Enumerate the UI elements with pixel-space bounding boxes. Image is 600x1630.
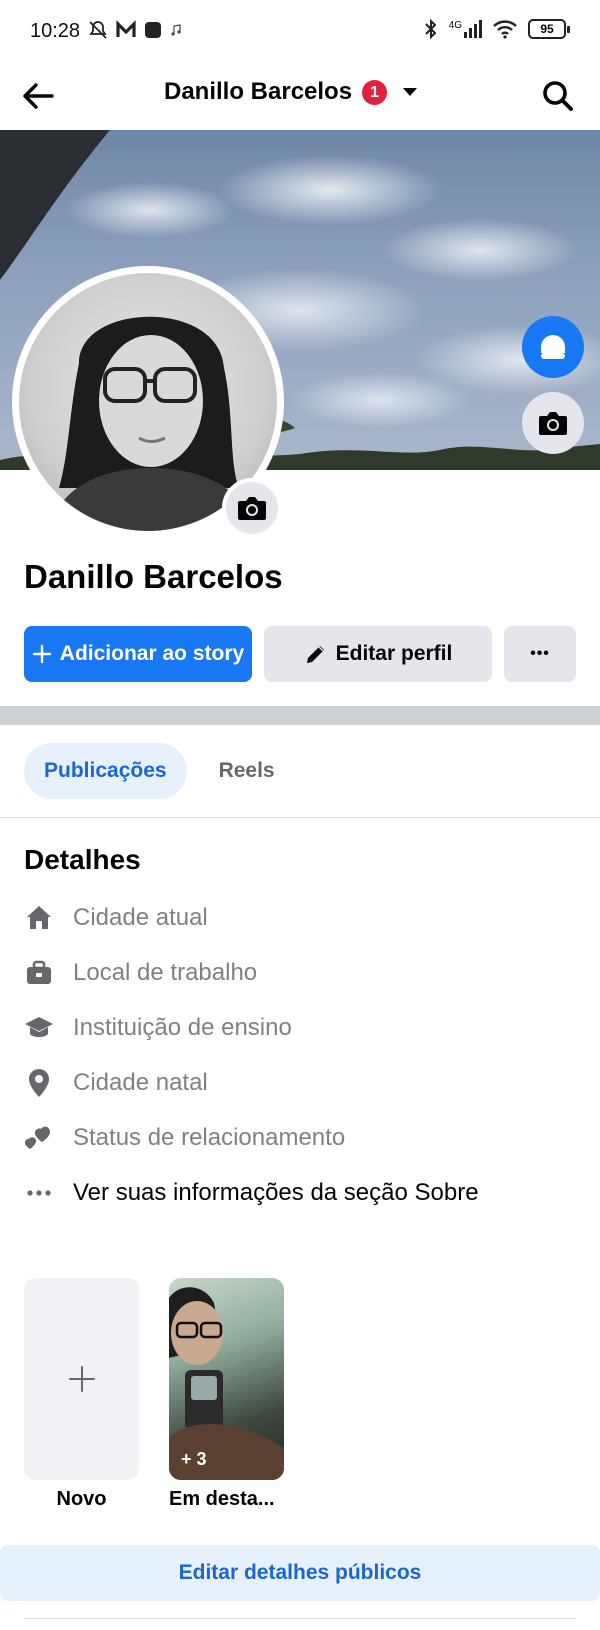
- add-story-button[interactable]: Adicionar ao story: [24, 626, 252, 682]
- detail-label: Cidade atual: [73, 904, 208, 931]
- pencil-icon: [306, 646, 324, 663]
- back-button[interactable]: [18, 76, 58, 116]
- music-note-icon: [171, 24, 181, 36]
- network-type: 4G: [448, 20, 462, 31]
- featured-count: + 3: [181, 1449, 207, 1469]
- notification-badge: 1: [362, 79, 388, 105]
- tabs-divider: [0, 817, 600, 818]
- search-button[interactable]: [538, 76, 578, 116]
- graduation-cap-icon: [22, 1011, 56, 1045]
- back-arrow-icon: [23, 83, 54, 109]
- bell-off-icon: [89, 21, 107, 39]
- status-right-icons: 4G 95: [423, 18, 570, 40]
- tab-reels[interactable]: Reels: [199, 743, 295, 799]
- top-header: Danillo Barcelos 1: [0, 62, 600, 130]
- chevron-down-icon: [403, 88, 418, 96]
- camera-icon: [238, 497, 266, 520]
- details-heading: Detalhes: [24, 844, 141, 875]
- profile-actions: Adicionar ao story Editar perfil •••: [24, 626, 576, 682]
- profile-switcher[interactable]: Danillo Barcelos 1: [164, 78, 418, 106]
- tab-publications[interactable]: Publicações: [24, 743, 187, 799]
- detail-label: Cidade natal: [73, 1069, 208, 1096]
- bottom-divider: [24, 1618, 576, 1619]
- status-left-icons: [88, 20, 182, 40]
- detail-see-about[interactable]: Ver suas informações da seção Sobre: [22, 1173, 479, 1213]
- avatar-face-icon: [541, 335, 565, 359]
- detail-relationship[interactable]: Status de relacionamento: [22, 1118, 345, 1158]
- home-icon: [22, 901, 56, 935]
- more-dots-icon: [22, 1176, 56, 1210]
- plus-icon: [68, 1366, 95, 1392]
- header-title: Danillo Barcelos: [164, 78, 353, 105]
- cover-branch-shape: [0, 130, 110, 280]
- wifi-icon: [493, 20, 517, 39]
- add-story-label: Adicionar ao story: [59, 642, 245, 665]
- edit-public-details-button[interactable]: Editar detalhes públicos: [0, 1545, 600, 1601]
- app-square-icon: [145, 22, 161, 38]
- new-highlight-label: Novo: [56, 1488, 107, 1510]
- detail-label: Local de trabalho: [73, 959, 258, 986]
- detail-current-city[interactable]: Cidade atual: [22, 898, 208, 938]
- battery-icon: 95: [528, 19, 570, 39]
- more-options-button[interactable]: •••: [504, 626, 576, 682]
- cell-signal-icon: 4G: [449, 20, 482, 38]
- plus-icon: [32, 644, 51, 664]
- hearts-icon: [22, 1121, 56, 1155]
- edit-cover-button[interactable]: [522, 392, 584, 454]
- detail-school[interactable]: Instituição de ensino: [22, 1008, 292, 1048]
- edit-profile-button[interactable]: Editar perfil: [264, 626, 492, 682]
- avatar-button[interactable]: [522, 316, 584, 378]
- status-time: 10:28: [30, 20, 81, 42]
- detail-label: Ver suas informações da seção Sobre: [73, 1179, 479, 1206]
- detail-workplace[interactable]: Local de trabalho: [22, 953, 257, 993]
- camera-icon: [539, 412, 567, 435]
- status-bar: 10:28 4G 95: [0, 0, 600, 62]
- detail-label: Instituição de ensino: [73, 1014, 292, 1041]
- edit-profile-photo-button[interactable]: [222, 478, 282, 538]
- profile-name: Danillo Barcelos: [24, 558, 283, 595]
- bluetooth-icon: [424, 18, 437, 40]
- detail-hometown[interactable]: Cidade natal: [22, 1063, 208, 1103]
- featured-highlight-label: Em desta...: [169, 1488, 275, 1510]
- app-m-icon: [116, 20, 136, 37]
- section-divider: [0, 706, 600, 725]
- featured-highlight[interactable]: + 3: [169, 1278, 284, 1480]
- detail-label: Status de relacionamento: [73, 1124, 346, 1151]
- more-dots-icon: •••: [530, 645, 550, 662]
- edit-profile-label: Editar perfil: [335, 642, 453, 665]
- content-tabs: Publicações Reels: [24, 743, 295, 799]
- new-highlight-button[interactable]: [24, 1278, 139, 1480]
- location-pin-icon: [22, 1066, 56, 1100]
- briefcase-icon: [22, 956, 56, 990]
- search-icon: [543, 81, 573, 111]
